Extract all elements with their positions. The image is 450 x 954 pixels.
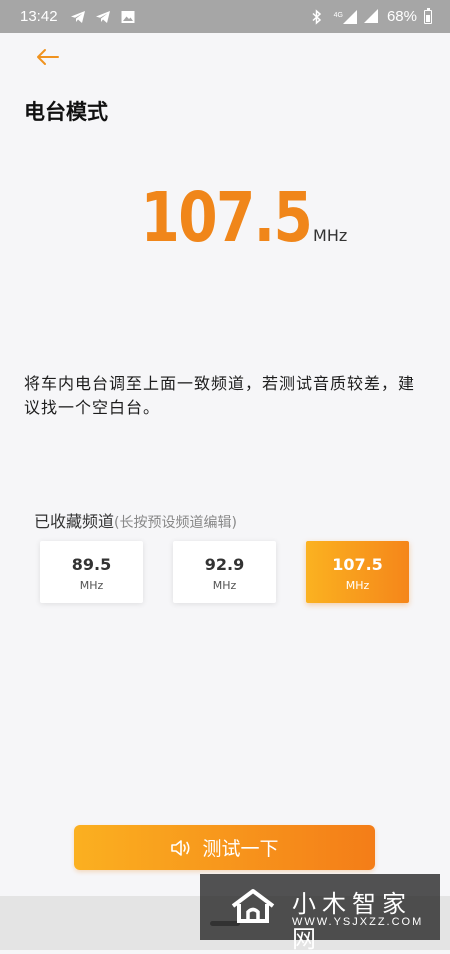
test-button[interactable]: 测试一下 bbox=[74, 825, 375, 870]
status-bar: 13:42 4G 68% bbox=[0, 0, 450, 33]
frequency-value: 107.5 bbox=[140, 178, 312, 258]
test-button-label: 测试一下 bbox=[202, 838, 279, 860]
network-label: 4G bbox=[333, 11, 343, 19]
watermark: 小木智家网 WWW.YSJXZZ.COM bbox=[200, 874, 440, 953]
channel-value: 89.5 bbox=[71, 555, 112, 574]
favorites-hint: (长按预设频道编辑) bbox=[114, 515, 237, 531]
channel-value: 92.9 bbox=[204, 555, 245, 574]
status-left-icons bbox=[70, 9, 136, 25]
signal-icon bbox=[363, 8, 380, 25]
battery-icon bbox=[424, 7, 432, 24]
channel-unit: MHz bbox=[79, 579, 104, 592]
channel-unit: MHz bbox=[212, 579, 237, 592]
telegram-icon bbox=[70, 9, 86, 25]
arrow-left-icon bbox=[37, 49, 59, 65]
frequency-unit: MHz bbox=[313, 226, 348, 245]
speaker-icon bbox=[171, 839, 191, 856]
image-icon bbox=[120, 9, 136, 25]
house-logo-icon bbox=[231, 889, 275, 923]
telegram-icon bbox=[95, 9, 111, 25]
channel-card[interactable]: 92.9 MHz bbox=[173, 541, 276, 603]
watermark-url: WWW.YSJXZZ.COM bbox=[292, 916, 424, 928]
instruction-text: 将车内电台调至上面一致频道，若测试音质较差，建议找一个空白台。 bbox=[24, 374, 416, 417]
favorites-header: 已收藏频道(长按预设频道编辑) bbox=[34, 508, 237, 532]
channel-unit: MHz bbox=[345, 579, 370, 592]
channel-card-selected[interactable]: 107.5 MHz bbox=[306, 541, 409, 603]
signal-icon: 4G bbox=[333, 9, 357, 24]
battery-percent: 68% bbox=[386, 8, 417, 25]
channel-card[interactable]: 89.5 MHz bbox=[40, 541, 143, 603]
frequency-display: 107.5 MHz bbox=[0, 178, 450, 258]
status-right: 4G 68% bbox=[311, 7, 432, 25]
channel-value: 107.5 bbox=[332, 555, 383, 574]
page-title: 电台模式 bbox=[24, 100, 108, 124]
status-time: 13:42 bbox=[20, 8, 58, 25]
back-button[interactable] bbox=[34, 44, 62, 70]
bluetooth-icon bbox=[311, 8, 327, 25]
favorites-title: 已收藏频道 bbox=[34, 512, 115, 531]
